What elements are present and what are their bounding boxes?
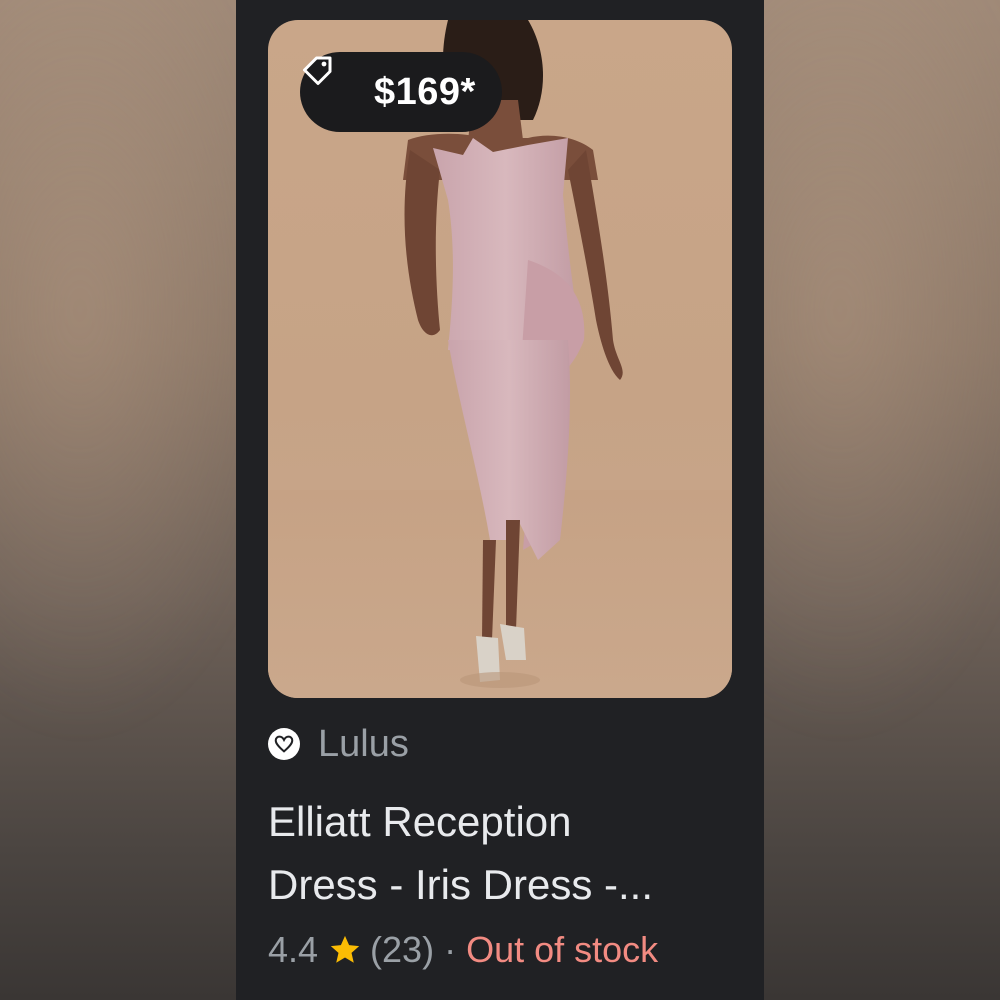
product-title-line-2: Dress - Iris Dress -... [268,861,653,908]
product-title[interactable]: Elliatt Reception Dress - Iris Dress -..… [268,790,738,916]
product-card[interactable]: $169* Lulus Elliatt Reception Dress - Ir… [236,0,764,1000]
rating-value: 4.4 [268,929,319,970]
merchant-row[interactable]: Lulus [268,722,409,765]
rating-row: 4.4 (23) · Out of stock [268,925,658,975]
stock-status: Out of stock [466,929,659,970]
product-image[interactable]: $169* [268,20,732,698]
heart-logo-icon [268,728,300,760]
product-title-line-1: Elliatt Reception [268,798,572,845]
price: $169* [374,70,476,113]
merchant-name: Lulus [318,722,409,765]
separator-dot: · [444,929,457,970]
review-count: (23) [370,929,435,970]
tag-icon [303,56,362,110]
price-badge: $169* [300,52,502,132]
star-icon [328,933,362,967]
